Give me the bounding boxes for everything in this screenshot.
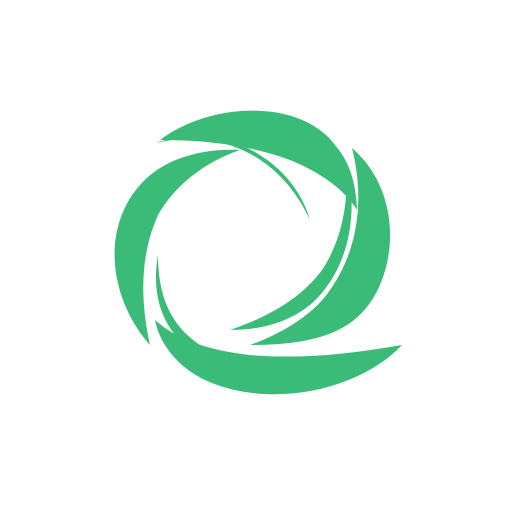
logo-canvas (0, 0, 512, 512)
logo-blade-left (114, 149, 240, 345)
logo-blade-bottom (155, 320, 402, 395)
swirl-logo-icon (114, 110, 402, 395)
